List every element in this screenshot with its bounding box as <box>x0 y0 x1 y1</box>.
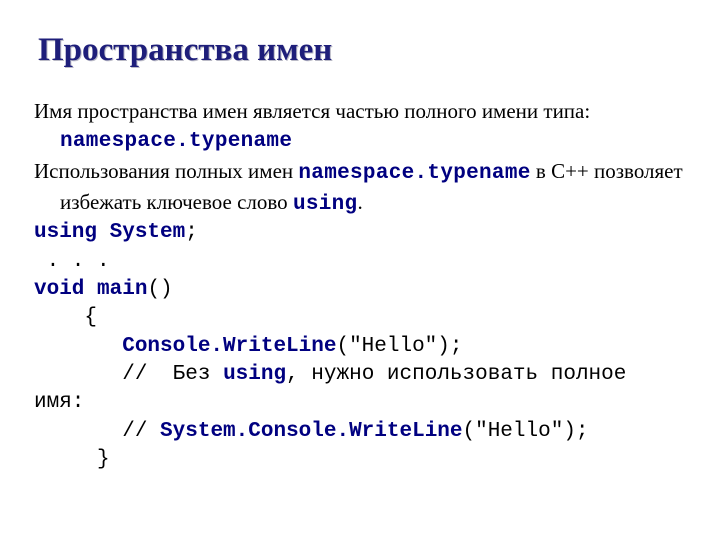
slide-body: Имя пространства имен является частью по… <box>34 97 686 474</box>
para1-code: namespace.typename <box>60 130 292 153</box>
id-console-writeline: Console.WriteLine <box>122 335 336 358</box>
para2-code2: using <box>293 193 358 216</box>
para-1: Имя пространства имен является частью по… <box>34 97 686 157</box>
comment-trail: , нужно использовать полное <box>286 363 626 386</box>
comment-slashes-1: // <box>122 363 147 386</box>
dots: . . . <box>34 250 110 273</box>
code-block: using System; . . . void main() { Consol… <box>34 219 686 474</box>
parens: () <box>147 278 172 301</box>
comment-slashes-2: // <box>122 420 147 443</box>
id-system: System <box>110 221 186 244</box>
para2-code: namespace.typename <box>298 162 530 185</box>
kw-void: void <box>34 278 84 301</box>
comment-without: Без <box>160 363 210 386</box>
semicolon: ; <box>185 221 198 244</box>
id-main: main <box>97 278 147 301</box>
call-args-2: ("Hello"); <box>463 420 589 443</box>
slide-title: Пространства имен <box>38 32 686 69</box>
kw-using: using <box>34 221 97 244</box>
para-2: Использования полных имен namespace.type… <box>34 157 686 220</box>
comment-cont: имя: <box>34 391 84 414</box>
id-full-name: System.Console.WriteLine <box>160 420 462 443</box>
brace-open: { <box>84 306 97 329</box>
para2-text1: Использования полных имен <box>34 159 298 183</box>
para1-text1: Имя пространства имен является частью по… <box>34 99 590 123</box>
slide: Пространства имен Имя пространства имен … <box>0 0 720 540</box>
para2-text3: . <box>357 190 362 214</box>
kw-using-inline: using <box>223 363 286 386</box>
call-args: ("Hello"); <box>336 335 462 358</box>
brace-close: } <box>97 448 110 471</box>
